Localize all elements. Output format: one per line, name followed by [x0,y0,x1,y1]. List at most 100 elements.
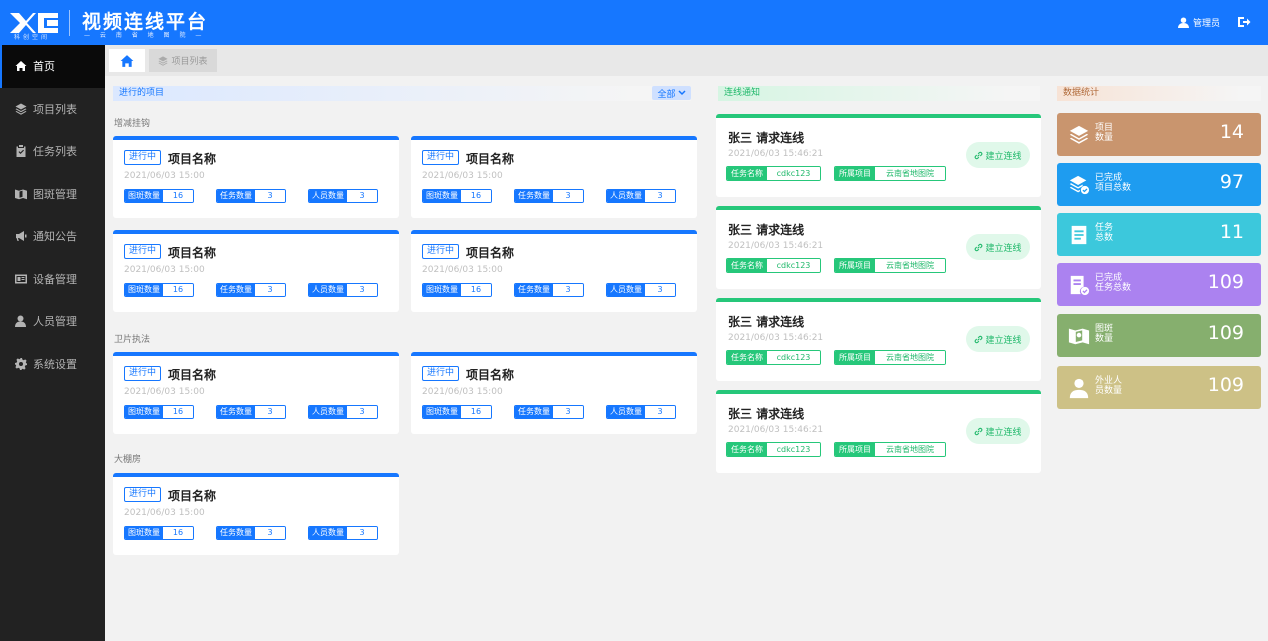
tab-label: 项目列表 [171,57,208,67]
spot-count-label: 图斑数量 [423,284,461,296]
people-count-label: 人员数量 [607,190,645,202]
people-count: 人员数量 3 [308,526,378,540]
notice-date: 2021/06/03 15:46:21 [728,149,824,159]
project-date: 2021/06/03 15:00 [124,265,205,275]
project-date: 2021/06/03 15:00 [124,387,205,397]
project-name: 项目名称 [466,246,515,260]
status-badge: 进行中 [124,487,162,502]
people-count-value: 3 [347,190,377,202]
sidebar-item-tasks[interactable]: 任务列表 [0,130,105,173]
stat-value: 11 [1219,221,1244,243]
sidebar-item-people[interactable]: 人员管理 [0,300,105,343]
stat-value: 109 [1207,271,1244,293]
task-count-value: 3 [255,284,285,296]
project-card[interactable]: 进行中 项目名称 2021/06/03 15:00 图斑数量 16 任务数量 3 人员数量 3 [113,352,399,434]
spot-count: 图斑数量 16 [124,405,194,419]
logout-icon[interactable] [1237,15,1251,29]
project-belong: 所属项目 云南省地图院 [834,350,946,365]
task-name-value: cdkc123 [767,351,820,364]
status-badge: 进行中 [124,366,162,381]
sidebar-item-label: 任务列表 [33,145,77,159]
spot-count: 图斑数量 16 [422,189,492,203]
stat-label: 图斑 数量 [1095,324,1113,344]
status-badge: 进行中 [422,244,460,259]
spot-count-value: 16 [163,527,193,539]
sidebar-item-label: 首页 [33,60,55,74]
project-card[interactable]: 进行中 项目名称 2021/06/03 15:00 图斑数量 16 任务数量 3 人员数量 3 [113,230,399,312]
people-count: 人员数量 3 [606,283,676,297]
stat-label: 已完成 项目总数 [1095,173,1131,193]
stat-label: 任务 总数 [1095,223,1113,243]
connect-button[interactable]: 建立连线 [966,234,1030,260]
connect-button[interactable]: 建立连线 [966,142,1030,168]
link-icon [975,427,983,435]
user-menu[interactable]: 管理员 [1177,16,1220,29]
sidebar-item-notices[interactable]: 通知公告 [0,215,105,258]
app-subtitle: — 云 南 省 地 图 院 — [84,32,206,39]
project-belong: 所属项目 云南省地图院 [834,258,946,273]
stat-label: 已完成 任务总数 [1095,273,1131,293]
link-icon [975,335,983,343]
top-header: 科创空间 视频连线平台 — 云 南 省 地 图 院 — 管理员 [0,0,1268,45]
people-count-label: 人员数量 [309,284,347,296]
connect-button[interactable]: 建立连线 [966,326,1030,352]
layers-icon [15,103,27,115]
project-belong-value: 云南省地图院 [875,259,945,272]
layers-icon [158,55,169,66]
spot-count: 图斑数量 16 [422,405,492,419]
sidebar-item-spots[interactable]: 图斑管理 [0,173,105,216]
people-count-value: 3 [347,527,377,539]
task-count-label: 任务数量 [515,284,553,296]
task-name-label: 任务名称 [727,167,767,180]
stat-value: 109 [1207,322,1244,344]
stat-card: 已完成 项目总数 97 [1057,163,1261,206]
sidebar-item-devices[interactable]: 设备管理 [0,258,105,301]
task-name: 任务名称 cdkc123 [726,350,821,365]
sidebar-item-projects[interactable]: 项目列表 [0,88,105,131]
spot-count: 图斑数量 16 [124,189,194,203]
sidebar-item-label: 人员管理 [33,315,77,329]
stat-label-line1: 已完成 [1095,173,1123,183]
project-card[interactable]: 进行中 项目名称 2021/06/03 15:00 图斑数量 16 任务数量 3 人员数量 3 [411,230,697,312]
task-count-value: 3 [553,406,583,418]
sidebar-item-home[interactable]: 首页 [0,45,105,88]
people-count-label: 人员数量 [607,284,645,296]
people-count-label: 人员数量 [309,190,347,202]
project-card[interactable]: 进行中 项目名称 2021/06/03 15:00 图斑数量 16 任务数量 3 人员数量 3 [411,136,697,218]
stat-label-line1: 图斑 [1095,324,1114,334]
notice-date: 2021/06/03 15:46:21 [728,241,824,251]
stat-label-line2: 数量 [1095,133,1114,143]
spot-count-label: 图斑数量 [125,527,163,539]
stat-label: 外业人 员数量 [1095,376,1122,396]
status-badge: 进行中 [422,366,460,381]
people-count: 人员数量 3 [308,405,378,419]
project-card[interactable]: 进行中 项目名称 2021/06/03 15:00 图斑数量 16 任务数量 3 人员数量 3 [113,473,399,555]
task-name-value: cdkc123 [767,167,820,180]
chevron-down-icon [677,90,686,96]
filter-label: 全部 [657,89,676,100]
tab-projects[interactable]: 项目列表 [149,49,217,72]
tab-home[interactable] [109,49,145,72]
project-card[interactable]: 进行中 项目名称 2021/06/03 15:00 图斑数量 16 任务数量 3 人员数量 3 [411,352,697,434]
spot-count-value: 16 [461,190,491,202]
sidebar-item-label: 通知公告 [33,230,77,244]
project-belong-value: 云南省地图院 [875,351,945,364]
project-belong-value: 云南省地图院 [875,167,945,180]
connect-button[interactable]: 建立连线 [966,418,1030,444]
project-filter-dropdown[interactable]: 全部 [652,86,691,100]
sidebar-item-label: 设备管理 [33,272,77,286]
connection-notice-card: 张三 请求连线 2021/06/03 15:46:21 建立连线 任务名称 cdkc12… [716,298,1041,381]
spot-count-label: 图斑数量 [125,284,163,296]
stat-label-line1: 任务 [1095,223,1114,233]
task-count-value: 3 [553,284,583,296]
task-name-label: 任务名称 [727,259,767,272]
user-name: 管理员 [1192,19,1220,29]
spot-count: 图斑数量 16 [422,283,492,297]
task-name-value: cdkc123 [767,443,820,456]
project-card[interactable]: 进行中 项目名称 2021/06/03 15:00 图斑数量 16 任务数量 3 人员数量 3 [113,136,399,218]
stats-heading: 数据统计 [1057,86,1261,101]
notice-title: 张三 请求连线 [728,131,805,145]
sidebar-item-settings[interactable]: 系统设置 [0,343,105,386]
project-date: 2021/06/03 15:00 [422,387,503,397]
person-icon [15,315,26,328]
